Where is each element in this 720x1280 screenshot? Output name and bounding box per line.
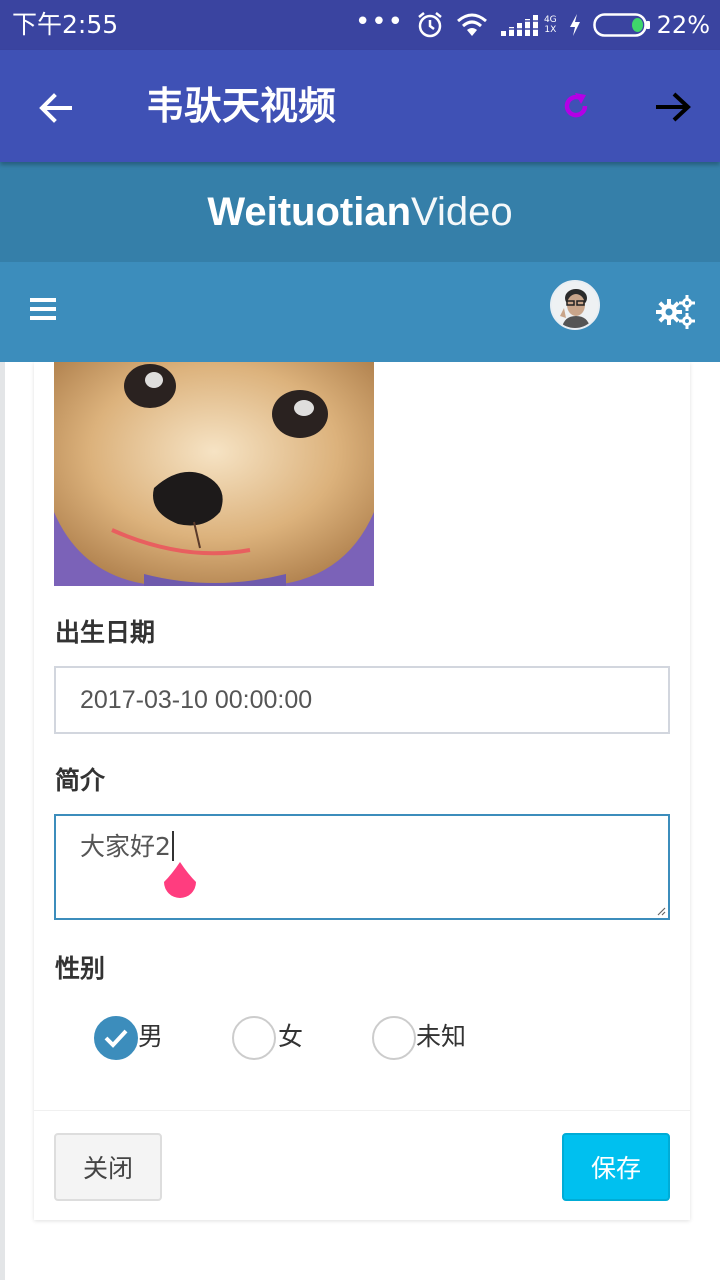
save-button[interactable]: 保存 bbox=[562, 1133, 670, 1201]
nav-bar bbox=[0, 262, 720, 362]
brand-logo[interactable]: Weituotian Video bbox=[0, 162, 720, 262]
left-rule bbox=[0, 362, 5, 1280]
app-title: 韦驮天视频 bbox=[146, 84, 337, 128]
check-icon bbox=[104, 1029, 128, 1048]
app-bar: 韦驮天视频 bbox=[0, 50, 720, 162]
status-bar: 下午2:55 ••• 4G 1X 22% bbox=[0, 0, 720, 50]
battery-percent: 22% bbox=[656, 11, 710, 39]
wifi-icon bbox=[456, 13, 487, 36]
intro-label: 简介 bbox=[55, 766, 106, 795]
gender-radio-group: 男 女 未知 bbox=[34, 1014, 690, 1062]
network-type: 4G 1X bbox=[543, 15, 557, 35]
gender-option-label: 未知 bbox=[416, 1022, 467, 1051]
gender-radio-female[interactable] bbox=[232, 1016, 276, 1060]
gender-radio-male[interactable] bbox=[94, 1016, 138, 1060]
more-dots-icon: ••• bbox=[354, 7, 404, 37]
gender-option-label: 女 bbox=[278, 1022, 304, 1051]
signal-icon bbox=[499, 15, 540, 36]
profile-card: 出生日期 2017-03-10 00:00:00 简介 大家好2 性别 男 女 … bbox=[34, 362, 690, 1220]
charging-icon bbox=[569, 14, 580, 36]
text-selection-handle[interactable] bbox=[160, 858, 200, 908]
gears-icon[interactable] bbox=[656, 294, 696, 330]
birth-date-input[interactable]: 2017-03-10 00:00:00 bbox=[54, 666, 670, 734]
battery-icon bbox=[592, 13, 650, 37]
resize-grip-icon[interactable] bbox=[656, 906, 666, 916]
profile-photo[interactable] bbox=[54, 362, 374, 586]
intro-text: 大家好2 bbox=[80, 832, 171, 861]
gender-option-label: 男 bbox=[138, 1022, 164, 1051]
gender-radio-unknown[interactable] bbox=[372, 1016, 416, 1060]
card-footer: 关闭 保存 bbox=[34, 1110, 690, 1220]
gender-label: 性别 bbox=[55, 954, 106, 983]
intro-textarea[interactable]: 大家好2 bbox=[54, 814, 670, 920]
brand-name-light: Video bbox=[411, 189, 513, 234]
status-icons: ••• 4G 1X 22% bbox=[343, 8, 710, 42]
alarm-icon bbox=[418, 12, 442, 38]
birth-date-label: 出生日期 bbox=[55, 618, 156, 647]
refresh-icon[interactable] bbox=[560, 90, 592, 122]
hamburger-icon[interactable] bbox=[26, 298, 58, 326]
text-caret bbox=[171, 831, 174, 861]
avatar[interactable] bbox=[550, 280, 600, 330]
status-time: 下午2:55 bbox=[12, 10, 119, 39]
forward-button[interactable] bbox=[650, 84, 696, 130]
brand-name-bold: Weituotian bbox=[207, 189, 412, 234]
back-button[interactable] bbox=[34, 86, 78, 130]
close-button[interactable]: 关闭 bbox=[54, 1133, 162, 1201]
